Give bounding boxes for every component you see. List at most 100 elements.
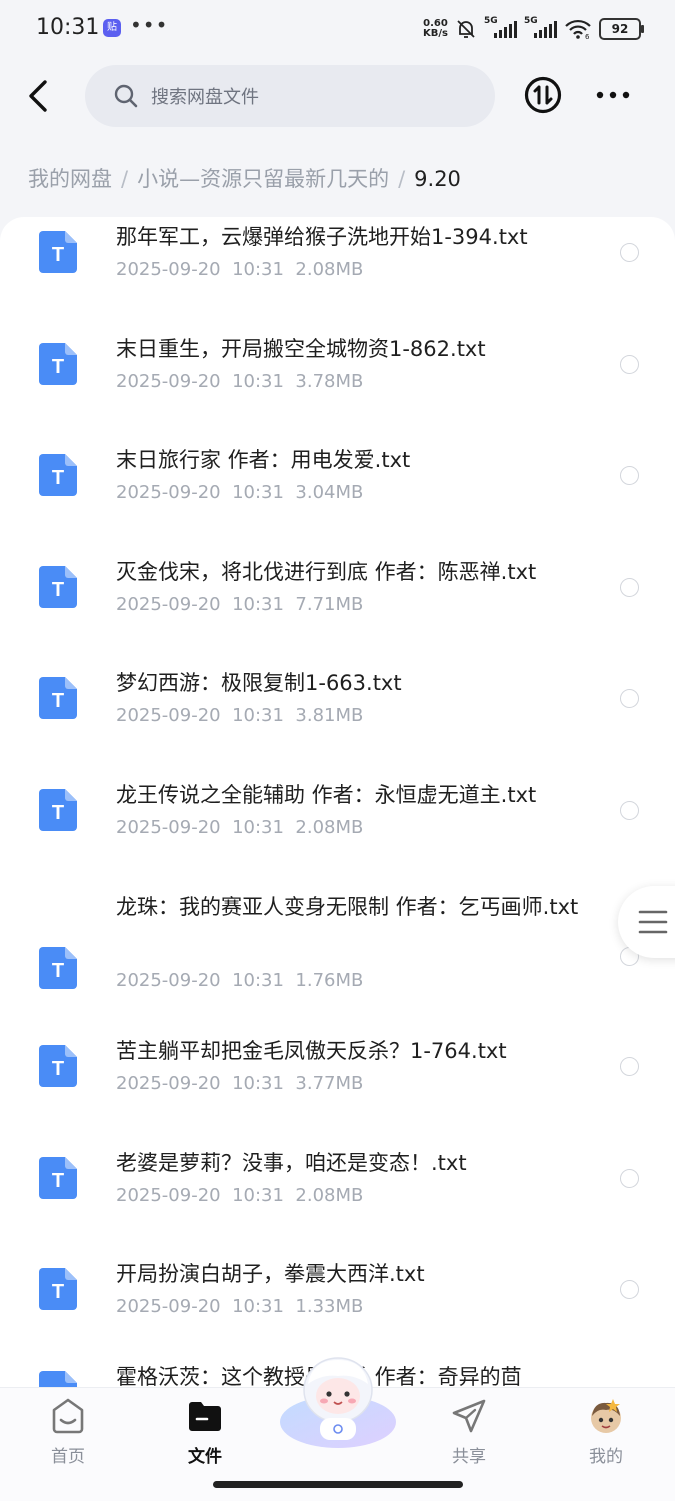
txt-file-icon: T [39, 1157, 77, 1199]
chevron-left-icon [29, 80, 47, 112]
file-row[interactable]: T 灭金伐宋，将北伐进行到底 作者：陈恶禅.txt 2025-09-20 10:31… [0, 552, 675, 664]
file-time: 10:31 [232, 705, 284, 726]
wifi-icon: 6 [565, 19, 591, 40]
select-checkbox[interactable] [620, 1280, 639, 1299]
txt-file-icon: T [39, 1045, 77, 1087]
nav-mine-label: 我的 [589, 1447, 623, 1467]
nav-files[interactable]: 文件 [160, 1396, 250, 1471]
nav-home-label: 首页 [51, 1447, 85, 1467]
nav-share-label: 共享 [452, 1447, 486, 1467]
file-meta: 2025-09-20 10:31 3.77MB [116, 1073, 363, 1094]
txt-file-icon: T [39, 454, 77, 496]
file-row[interactable]: T 老婆是萝莉？没事，咱还是变态！.txt 2025-09-20 10:31 2.0… [0, 1143, 675, 1255]
mascot-icon [280, 1357, 396, 1448]
txt-file-icon: T [39, 947, 77, 989]
txt-file-icon: T [39, 789, 77, 831]
file-time: 10:31 [232, 259, 284, 280]
ai-assistant-button[interactable] [278, 1352, 398, 1452]
file-size: 2.08MB [295, 817, 364, 838]
select-checkbox[interactable] [620, 1057, 639, 1076]
file-name: 龙王传说之全能辅助 作者：永恒虚无道主.txt [116, 783, 537, 807]
file-time: 10:31 [232, 371, 284, 392]
svg-text:T: T [52, 960, 64, 982]
battery-icon: 92 [599, 18, 644, 40]
status-time: 10:31 [36, 15, 100, 40]
file-meta: 2025-09-20 10:31 7.71MB [116, 594, 363, 615]
file-row[interactable]: T 苦主躺平却把金毛凤傲天反杀？1-764.txt 2025-09-20 10:31… [0, 1031, 675, 1143]
home-icon [52, 1398, 84, 1434]
txt-file-icon: T [39, 231, 77, 273]
file-row[interactable]: T 龙王传说之全能辅助 作者：永恒虚无道主.txt 2025-09-20 10:31… [0, 775, 675, 887]
folder-icon [189, 1402, 221, 1431]
back-button[interactable] [20, 74, 60, 118]
select-checkbox[interactable] [620, 355, 639, 374]
file-name: 灭金伐宋，将北伐进行到底 作者：陈恶禅.txt [116, 560, 537, 584]
file-row[interactable]: T 梦幻西游：极限复制1-663.txt 2025-09-20 10:31 3.81… [0, 663, 675, 775]
menu-lines-icon [638, 910, 668, 934]
breadcrumb-item-root[interactable]: 我的网盘 [28, 167, 112, 191]
breadcrumb-item-folder[interactable]: 小说—资源只留最新几天的 [137, 167, 389, 191]
file-name: 末日旅行家 作者：用电发爱.txt [116, 448, 411, 472]
file-row[interactable]: T 末日旅行家 作者：用电发爱.txt 2025-09-20 10:31 3.04M… [0, 440, 675, 552]
file-time: 10:31 [232, 817, 284, 838]
svg-text:T: T [52, 244, 64, 266]
file-size: 3.77MB [295, 1073, 364, 1094]
file-row[interactable]: T 末日重生，开局搬空全城物资1-862.txt 2025-09-20 10:31 … [0, 329, 675, 441]
breadcrumb-separator: / [398, 167, 406, 191]
select-checkbox[interactable] [620, 689, 639, 708]
file-date: 2025-09-20 [116, 259, 221, 280]
file-name: 龙珠：我的赛亚人变身无限制 作者：乞丐画师.txt [116, 895, 579, 919]
file-meta: 2025-09-20 10:31 2.08MB [116, 259, 363, 280]
file-date: 2025-09-20 [116, 1073, 221, 1094]
file-time: 10:31 [232, 1073, 284, 1094]
svg-text:T: T [52, 579, 64, 601]
svg-text:T: T [52, 1170, 64, 1192]
file-name: 苦主躺平却把金毛凤傲天反杀？1-764.txt [116, 1039, 507, 1063]
select-checkbox[interactable] [620, 1169, 639, 1188]
home-indicator [213, 1481, 463, 1488]
file-name: 末日重生，开局搬空全城物资1-862.txt [116, 337, 486, 361]
file-meta: 2025-09-20 10:31 2.08MB [116, 1185, 363, 1206]
file-time: 10:31 [232, 1185, 284, 1206]
file-row[interactable]: T 龙珠：我的赛亚人变身无限制 作者：乞丐画师.txt 2025-09-20 10:… [0, 887, 675, 1031]
search-input[interactable]: 搜索网盘文件 [85, 65, 495, 127]
transfer-list-button[interactable] [524, 76, 562, 114]
select-checkbox[interactable] [620, 466, 639, 485]
status-more-icon: ••• [130, 13, 169, 37]
file-date: 2025-09-20 [116, 817, 221, 838]
status-bar: 10:31 贴 ••• 0.60 KB/s 5G 5G 6 92 [0, 0, 675, 58]
file-row[interactable]: T 开局扮演白胡子，拳震大西洋.txt 2025-09-20 10:31 1.33M… [0, 1254, 675, 1366]
file-name: 那年军工，云爆弹给猴子洗地开始1-394.txt [116, 225, 528, 249]
file-date: 2025-09-20 [116, 371, 221, 392]
file-date: 2025-09-20 [116, 1185, 221, 1206]
signal-icon-2: 5G [524, 16, 557, 38]
file-meta: 2025-09-20 10:31 1.76MB [116, 970, 363, 991]
breadcrumb-item-current: 9.20 [414, 167, 461, 191]
file-meta: 2025-09-20 10:31 3.04MB [116, 482, 363, 503]
more-dots-icon [596, 91, 630, 99]
file-size: 3.04MB [295, 482, 364, 503]
avatar-icon [591, 1399, 621, 1433]
more-options-button[interactable] [595, 86, 631, 104]
select-checkbox[interactable] [620, 243, 639, 262]
file-meta: 2025-09-20 10:31 3.78MB [116, 371, 363, 392]
search-placeholder: 搜索网盘文件 [151, 87, 259, 108]
file-size: 3.78MB [295, 371, 364, 392]
svg-text:6: 6 [585, 33, 590, 40]
file-meta: 2025-09-20 10:31 2.08MB [116, 817, 363, 838]
status-indicators: 0.60 KB/s 5G 5G 6 92 [423, 16, 644, 42]
file-date: 2025-09-20 [116, 1296, 221, 1317]
breadcrumb: 我的网盘 / 小说—资源只留最新几天的 / 9.20 [28, 163, 461, 193]
file-time: 10:31 [232, 594, 284, 615]
file-row[interactable]: T 那年军工，云爆弹给猴子洗地开始1-394.txt 2025-09-20 10:3… [0, 217, 675, 329]
select-checkbox[interactable] [620, 578, 639, 597]
file-size: 7.71MB [295, 594, 364, 615]
nav-home[interactable]: 首页 [23, 1396, 113, 1471]
file-time: 10:31 [232, 482, 284, 503]
file-name: 老婆是萝莉？没事，咱还是变态！.txt [116, 1151, 467, 1175]
svg-text:T: T [52, 1281, 64, 1303]
select-checkbox[interactable] [620, 801, 639, 820]
nav-share[interactable]: 共享 [424, 1396, 514, 1471]
notification-app-icon: 贴 [103, 19, 121, 37]
nav-mine[interactable]: 我的 [561, 1396, 651, 1471]
